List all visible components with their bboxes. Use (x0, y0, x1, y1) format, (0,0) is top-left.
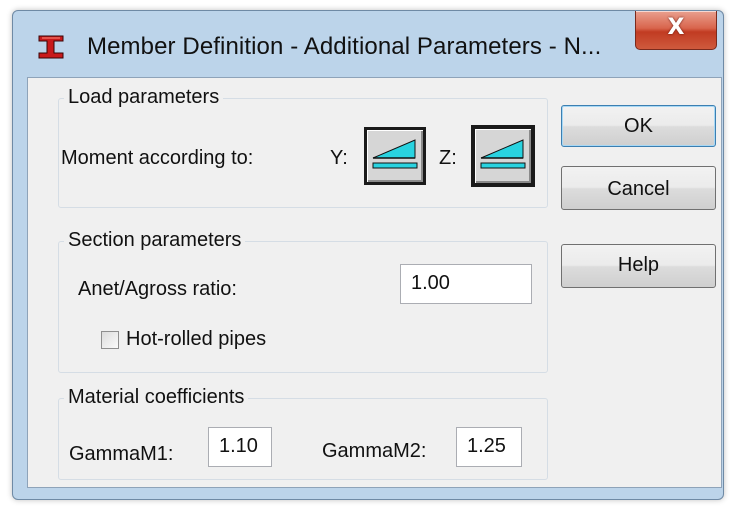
z-axis-label: Z: (439, 147, 457, 169)
y-axis-label: Y: (330, 147, 348, 169)
window-title: Member Definition - Additional Parameter… (87, 33, 602, 60)
material-coefficients-title: Material coefficients (64, 386, 249, 409)
anet-agross-label: Anet/Agross ratio: (78, 278, 237, 300)
moment-z-button[interactable] (471, 125, 535, 187)
help-button[interactable]: Help (561, 244, 716, 288)
member-icon (38, 35, 64, 59)
hot-rolled-checkbox[interactable] (101, 331, 119, 349)
moment-diagram-icon (372, 139, 418, 169)
section-parameters-title: Section parameters (64, 229, 246, 252)
dialog-client-area: Load parameters Moment according to: Y: … (27, 77, 722, 488)
dialog-window: Member Definition - Additional Parameter… (12, 10, 724, 500)
moment-y-button[interactable] (364, 127, 426, 185)
anet-agross-input[interactable]: 1.00 (400, 264, 532, 304)
ok-button[interactable]: OK (561, 105, 716, 147)
gammam1-input[interactable]: 1.10 (208, 427, 272, 467)
gammam1-label: GammaM1: (69, 443, 174, 465)
section-parameters-group (58, 241, 548, 373)
gammam2-label: GammaM2: (322, 440, 427, 462)
moment-diagram-icon (480, 139, 526, 169)
load-parameters-title: Load parameters (64, 86, 224, 109)
cancel-button[interactable]: Cancel (561, 166, 716, 210)
close-icon: X (667, 15, 685, 40)
gammam2-input[interactable]: 1.25 (456, 427, 522, 467)
hot-rolled-label[interactable]: Hot-rolled pipes (126, 328, 266, 351)
moment-label: Moment according to: (61, 147, 254, 169)
close-button[interactable]: X (635, 11, 717, 50)
